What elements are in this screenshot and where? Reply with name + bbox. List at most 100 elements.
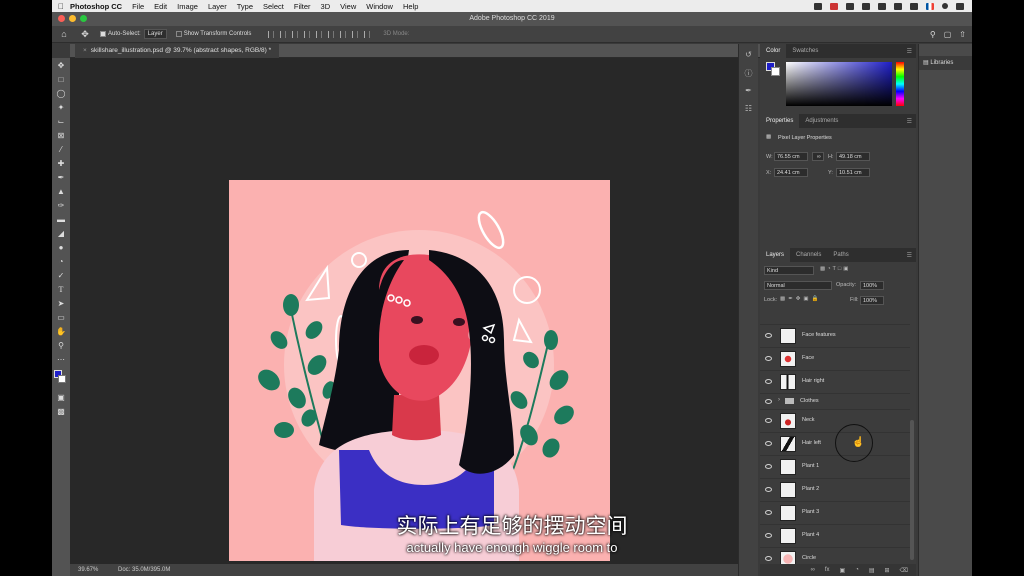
auto-select-checkbox[interactable] [100, 31, 106, 37]
creative-cloud-icon[interactable] [814, 2, 822, 10]
tab-properties[interactable]: Properties [760, 114, 800, 128]
bluetooth-icon[interactable] [878, 2, 886, 10]
adjustment-layer-icon[interactable]: ◔ [855, 567, 859, 573]
type-tool-icon[interactable]: T [54, 282, 68, 296]
align-right-icon[interactable] [292, 30, 299, 38]
eye-icon[interactable] [765, 418, 772, 423]
move-tool-icon[interactable]: ✥ [54, 58, 68, 72]
layer-row[interactable]: Plant 2 [760, 478, 910, 501]
width-field[interactable]: 76.55 cm [774, 152, 808, 161]
layer-group-row[interactable]: › Clothes [760, 393, 910, 409]
align-middle-icon[interactable] [316, 30, 323, 38]
align-center-icon[interactable] [280, 30, 287, 38]
height-field[interactable]: 49.18 cm [836, 152, 870, 161]
path-select-tool-icon[interactable]: ➤ [54, 296, 68, 310]
eye-icon[interactable] [765, 356, 772, 361]
menu-edit[interactable]: Edit [154, 2, 167, 11]
layer-row[interactable]: Face features [760, 324, 910, 347]
menu-help[interactable]: Help [403, 2, 418, 11]
mask-icon[interactable]: ▣ [840, 567, 846, 574]
chevron-right-icon[interactable]: › [778, 397, 780, 403]
libraries-tab[interactable]: ▤ Libraries [919, 56, 972, 70]
layer-row[interactable]: Plant 1 [760, 455, 910, 478]
tab-color[interactable]: Color [760, 44, 787, 58]
menu-image[interactable]: Image [177, 2, 198, 11]
menu-file[interactable]: File [132, 2, 144, 11]
link-layers-icon[interactable]: ∞ [811, 567, 815, 573]
blur-tool-icon[interactable]: ● [54, 240, 68, 254]
layer-select-dropdown[interactable]: Layer [143, 29, 167, 39]
menu-view[interactable]: View [340, 2, 356, 11]
eye-icon[interactable] [765, 379, 772, 384]
zoom-level[interactable]: 39.67% [78, 564, 98, 576]
align-left-icon[interactable] [268, 30, 275, 38]
y-field[interactable]: 10.51 cm [836, 168, 870, 177]
layer-row[interactable]: Hair right [760, 370, 910, 393]
distribute-3-icon[interactable] [364, 30, 371, 38]
tab-swatches[interactable]: Swatches [786, 44, 824, 58]
eye-icon[interactable] [765, 441, 772, 446]
filter-icons[interactable]: ▩◔T□▣ [820, 266, 850, 272]
menu-list-icon[interactable] [956, 2, 964, 10]
crop-tool-icon[interactable]: ⌙ [54, 114, 68, 128]
tab-paths[interactable]: Paths [827, 248, 854, 262]
eye-icon[interactable] [765, 487, 772, 492]
search-icon[interactable]: ⚲ [930, 30, 936, 39]
status-icon[interactable] [830, 2, 838, 10]
screen-mode-icon[interactable]: ▩ [54, 404, 68, 418]
eye-icon[interactable] [765, 556, 772, 561]
close-window-icon[interactable] [58, 15, 65, 22]
history-brush-icon[interactable]: ✑ [54, 198, 68, 212]
menu-window[interactable]: Window [366, 2, 393, 11]
tab-channels[interactable]: Channels [790, 248, 827, 262]
layer-row[interactable]: Face [760, 347, 910, 370]
new-group-icon[interactable]: ▤ [869, 567, 875, 574]
drive-icon[interactable] [862, 2, 870, 10]
adjust-icon[interactable]: ☷ [743, 104, 755, 116]
history-icon[interactable]: ↺ [743, 50, 755, 62]
marquee-tool-icon[interactable]: □ [54, 72, 68, 86]
menu-layer[interactable]: Layer [208, 2, 227, 11]
layer-row[interactable]: Neck [760, 409, 910, 432]
menu-app[interactable]: Photoshop CC [70, 2, 122, 11]
dodge-tool-icon[interactable]: ◔ [54, 254, 68, 268]
trash-icon[interactable]: ⌫ [900, 567, 908, 574]
menu-filter[interactable]: Filter [294, 2, 311, 11]
zoom-window-icon[interactable] [80, 15, 87, 22]
link-icon[interactable]: ∞ [812, 152, 824, 161]
kind-filter[interactable]: Kind [764, 266, 814, 275]
share-icon[interactable]: ⇧ [959, 30, 966, 39]
flag-icon[interactable] [926, 2, 934, 10]
wifi-icon[interactable] [894, 2, 902, 10]
panel-menu-icon[interactable]: ☰ [907, 252, 912, 259]
color-swatches[interactable] [52, 370, 70, 390]
eraser-tool-icon[interactable]: ▬ [54, 212, 68, 226]
panel-menu-icon[interactable]: ☰ [907, 48, 912, 55]
lock-icons[interactable]: ▩✒✥▣🔒 [780, 296, 821, 302]
hue-slider[interactable] [896, 62, 904, 106]
eye-icon[interactable] [765, 333, 772, 338]
x-field[interactable]: 24.41 cm [774, 168, 808, 177]
tab-layers[interactable]: Layers [760, 248, 791, 262]
artboard[interactable] [229, 180, 610, 561]
sync-icon[interactable] [846, 2, 854, 10]
eye-icon[interactable] [765, 399, 772, 404]
more-tools-icon[interactable]: ⋯ [54, 352, 68, 366]
blend-mode-select[interactable]: Normal [764, 281, 832, 290]
panel-menu-icon[interactable]: ☰ [907, 118, 912, 125]
quick-select-tool-icon[interactable]: ✦ [54, 100, 68, 114]
fill-field[interactable]: 100% [860, 296, 884, 305]
home-icon[interactable]: ⌂ [52, 29, 76, 39]
color-background[interactable] [771, 67, 780, 76]
color-field[interactable] [786, 62, 892, 106]
lasso-tool-icon[interactable]: ◯ [54, 86, 68, 100]
close-tab-icon[interactable]: × [83, 47, 87, 54]
workspace-icon[interactable]: ▢ [944, 30, 952, 39]
eyedropper-tool-icon[interactable]: ⁄ [54, 142, 68, 156]
move-tool-icon[interactable]: ✥ [76, 29, 94, 40]
canvas-area[interactable] [70, 58, 756, 564]
align-bottom-icon[interactable] [328, 30, 335, 38]
quick-mask-icon[interactable]: ▣ [54, 390, 68, 404]
zoom-tool-icon[interactable]: ⚲ [54, 338, 68, 352]
gradient-tool-icon[interactable]: ◢ [54, 226, 68, 240]
